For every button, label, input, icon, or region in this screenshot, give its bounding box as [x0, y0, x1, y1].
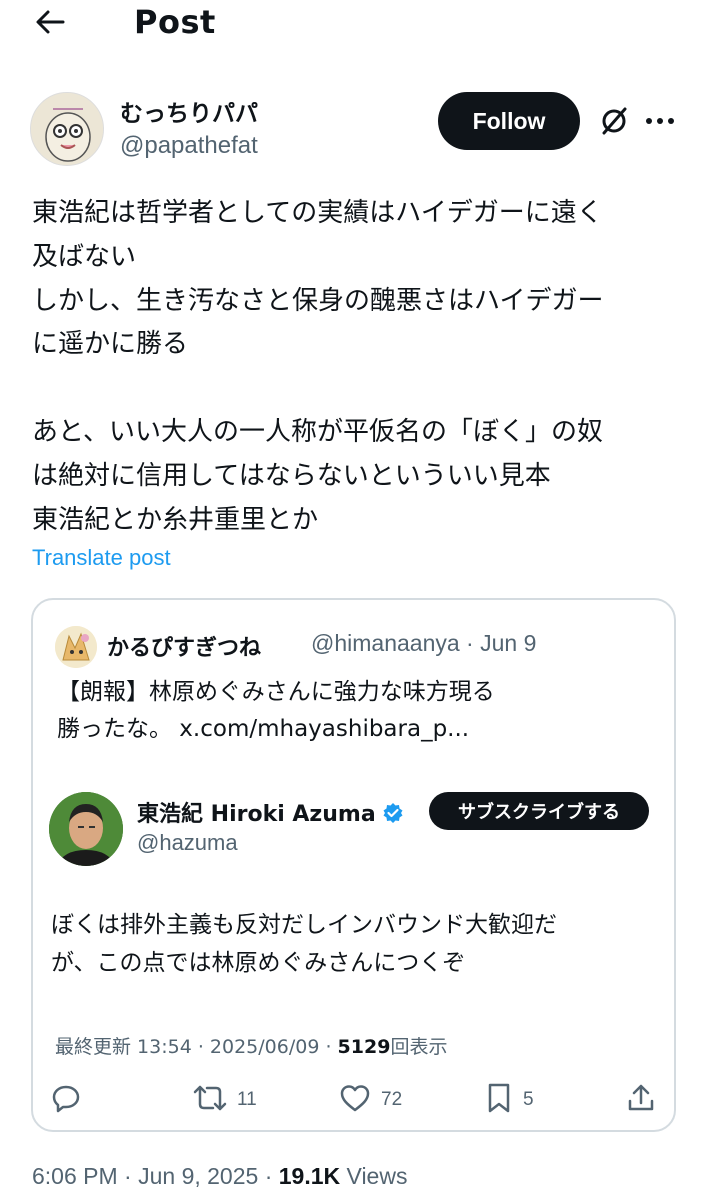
post-timestamp: 6:06 PM · Jun 9, 2025 · 19.1K Views	[32, 1163, 407, 1190]
quoted-post[interactable]: かるぴすぎつね @himanaanya · Jun 9 【朗報】林原めぐみさんに…	[31, 598, 676, 1132]
more-options-icon[interactable]	[640, 102, 680, 140]
views-label: Views	[340, 1163, 408, 1189]
views-count: 19.1K	[278, 1163, 341, 1189]
quote-header: かるぴすぎつね @himanaanya · Jun 9	[55, 622, 655, 668]
author-avatar[interactable]	[30, 92, 104, 166]
top-bar: Post	[0, 0, 709, 48]
author-row: むっちりパパ @papathefat Follow	[30, 90, 680, 170]
reply-icon	[51, 1083, 81, 1117]
translate-post-link[interactable]: Translate post	[32, 545, 171, 571]
embedded-author-name: 東浩紀 Hiroki Azuma	[137, 796, 404, 830]
embedded-avatar	[49, 792, 123, 866]
share-icon	[627, 1083, 655, 1117]
post-line: に遥かに勝る	[32, 329, 189, 360]
author-handle[interactable]: @papathefat	[120, 132, 258, 160]
post-line: 東浩紀は哲学者としての実績はハイデガーに遠く	[32, 198, 603, 228]
post-line: あと、いい大人の一人称が平仮名の「ぼく」の奴	[32, 416, 603, 447]
repost-icon	[193, 1083, 227, 1117]
quote-line: 【朗報】林原めぐみさんに強力な味方現る	[57, 679, 495, 705]
reply-button[interactable]	[51, 1082, 81, 1118]
author-name[interactable]: むっちりパパ	[120, 94, 258, 128]
embedded-line: ぼくは排外主義も反対だしインバウンド大歓迎だ	[51, 912, 557, 938]
bookmark-button[interactable]: 5	[485, 1082, 534, 1118]
grok-icon[interactable]	[595, 102, 633, 140]
embedded-author-name-text: 東浩紀 Hiroki Azuma	[137, 802, 376, 827]
page-title: Post	[134, 3, 216, 41]
post-time: 6:06 PM · Jun 9, 2025 ·	[32, 1163, 279, 1189]
follow-button[interactable]: Follow	[438, 92, 580, 150]
repost-button[interactable]: 11	[193, 1082, 257, 1118]
embedded-views-label: 回表示	[390, 1036, 448, 1058]
quote-handle-date: @himanaanya · Jun 9	[311, 630, 537, 656]
like-button[interactable]: 72	[339, 1082, 402, 1118]
quote-text: 【朗報】林原めぐみさんに強力な味方現る 勝ったな。 x.com/mhayashi…	[57, 674, 495, 748]
bookmark-icon	[485, 1082, 513, 1118]
bookmark-count: 5	[523, 1089, 534, 1110]
embedded-text: ぼくは排外主義も反対だしインバウンド大歓迎だ が、この点では林原めぐみさんにつく…	[51, 906, 557, 982]
embedded-timestamp: 最終更新 13:54 · 2025/06/09 ·	[55, 1036, 338, 1058]
embedded-views-count: 5129	[337, 1036, 391, 1058]
quote-author-name: かるぴすぎつね	[107, 636, 262, 661]
back-arrow-icon[interactable]	[30, 4, 70, 40]
post-line: 及ばない	[32, 241, 137, 272]
quote-line: 勝ったな。 x.com/mhayashibara_p...	[57, 716, 470, 742]
post-line: は絶対に信用してはならないといういい見本	[32, 460, 551, 491]
quote-avatar	[55, 626, 97, 668]
post-text: 東浩紀は哲学者としての実績はハイデガーに遠く 及ばない しかし、生き汚なさと保身…	[32, 192, 682, 542]
embedded-handle: @hazuma	[137, 830, 238, 855]
embedded-meta: 最終更新 13:54 · 2025/06/09 · 5129回表示	[55, 1032, 447, 1059]
share-button[interactable]	[627, 1082, 655, 1118]
embedded-post-card: 東浩紀 Hiroki Azuma @hazuma サブスクライブする	[49, 792, 661, 892]
post-line: 東浩紀とか糸井重里とか	[32, 504, 319, 535]
post-line: しかし、生き汚なさと保身の醜悪さはハイデガー	[32, 285, 604, 316]
repost-count: 11	[237, 1089, 257, 1110]
heart-icon	[339, 1083, 371, 1117]
quote-action-bar: 11 72 5	[33, 1078, 678, 1122]
post-line	[32, 367, 682, 411]
embedded-line: が、この点では林原めぐみさんにつくぞ	[51, 950, 466, 976]
verified-badge-icon	[382, 802, 404, 830]
subscribe-button[interactable]: サブスクライブする	[429, 792, 649, 830]
like-count: 72	[381, 1089, 403, 1110]
